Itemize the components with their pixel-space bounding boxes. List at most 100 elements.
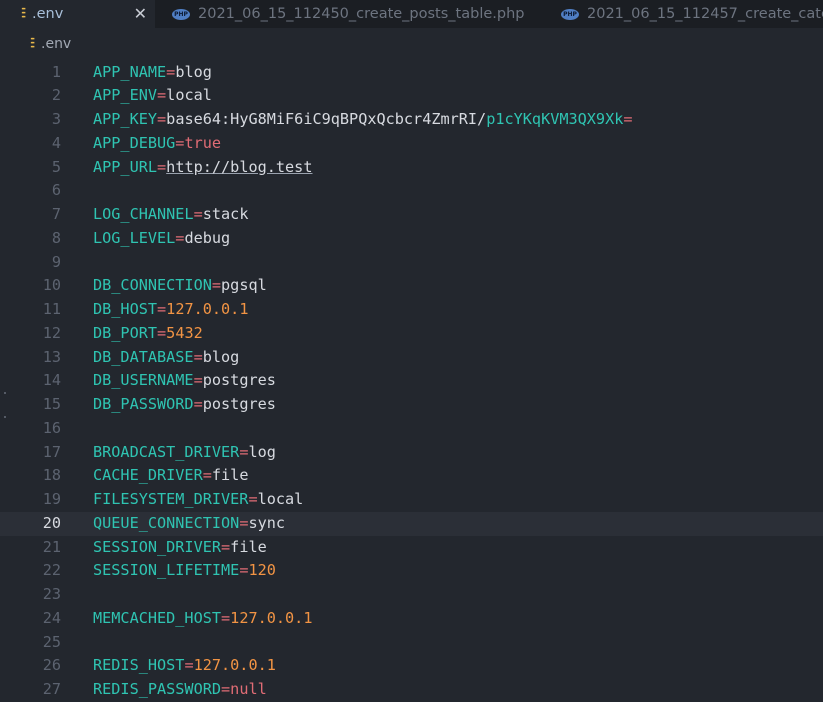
code-line[interactable]: 22 SESSION_LIFETIME=120 <box>0 559 823 583</box>
code-line[interactable]: 18 CACHE_DRIVER=file <box>0 464 823 488</box>
env-value: null <box>230 680 267 698</box>
code-line[interactable]: 9 <box>0 251 823 275</box>
code-line[interactable]: 27 REDIS_PASSWORD=null <box>0 678 823 702</box>
close-icon[interactable]: ✕ <box>134 4 147 23</box>
env-value: http://blog.test <box>166 157 313 176</box>
code-text: APP_NAME=blog <box>93 61 212 85</box>
env-key: LOG_LEVEL <box>93 228 176 247</box>
env-value: postgres <box>202 371 276 390</box>
code-text: DB_USERNAME=postgres <box>93 369 276 393</box>
code-text: REDIS_HOST=127.0.0.1 <box>93 654 276 678</box>
code-line[interactable]: 3 APP_KEY=base64:HyG8MiF6iC9qBPQxQcbcr4Zm… <box>0 108 823 132</box>
assign-operator: = <box>157 157 167 176</box>
code-line[interactable]: 21 SESSION_DRIVER=file <box>0 536 823 560</box>
code-line[interactable]: 24 MEMCACHED_HOST=127.0.0.1 <box>0 607 823 631</box>
code-line[interactable]: 16 <box>0 417 823 441</box>
code-line[interactable]: 2 APP_ENV=local <box>0 84 823 108</box>
code-line[interactable]: 8 LOG_LEVEL=debug <box>0 227 823 251</box>
code-text: LOG_LEVEL=debug <box>93 227 230 251</box>
tab-bar: ⫶⫶ .env ✕ PHP 2021_06_15_112450_create_p… <box>0 0 823 28</box>
env-value: 5432 <box>166 323 203 342</box>
line-number: 15 <box>42 395 61 413</box>
code-line[interactable]: 17 BROADCAST_DRIVER=log <box>0 441 823 465</box>
code-line[interactable]: 23 <box>0 583 823 607</box>
env-value: file <box>211 466 249 485</box>
assign-operator: = <box>193 205 203 223</box>
code-line[interactable]: 10 DB_CONNECTION=pgsql <box>0 274 823 298</box>
line-number: 3 <box>51 110 61 128</box>
assign-operator: = <box>211 276 222 295</box>
code-line[interactable]: 1 APP_NAME=blog <box>0 61 823 85</box>
line-number: 13 <box>42 347 61 366</box>
code-line[interactable]: 19 FILESYSTEM_DRIVER=local <box>0 488 823 512</box>
env-value: 127.0.0.1 <box>230 608 313 627</box>
code-text: DB_DATABASE=blog <box>93 346 239 370</box>
line-number: 27 <box>42 680 61 698</box>
env-value: file <box>230 537 267 556</box>
env-key: APP_KEY <box>93 110 158 128</box>
line-number: 8 <box>51 228 61 247</box>
code-text: APP_URL=http://blog.test <box>93 156 312 180</box>
env-key: REDIS_PASSWORD <box>93 680 222 698</box>
code-text: REDIS_PASSWORD=null <box>93 678 267 702</box>
php-file-icon: PHP <box>172 8 190 20</box>
code-line[interactable]: 6 <box>0 179 823 203</box>
code-text: CACHE_DRIVER=file <box>93 464 248 488</box>
line-number: 21 <box>42 537 61 556</box>
code-line[interactable]: 5 APP_URL=http://blog.test <box>0 156 823 180</box>
line-number: 22 <box>42 561 61 580</box>
line-number: 17 <box>42 442 61 461</box>
line-number: 10 <box>42 276 61 295</box>
env-value-segment: = <box>623 110 633 128</box>
env-key: LOG_CHANNEL <box>93 205 194 223</box>
tab-create-categories[interactable]: PHP 2021_06_15_112457_create_categ <box>561 0 823 28</box>
env-key: DB_PORT <box>93 323 158 342</box>
code-line[interactable]: 20 QUEUE_CONNECTION=sync <box>0 511 823 536</box>
code-line[interactable]: 7 LOG_CHANNEL=stack <box>0 203 823 227</box>
code-text: APP_DEBUG=true <box>93 132 221 156</box>
code-text: MEMCACHED_HOST=127.0.0.1 <box>93 607 312 631</box>
assign-operator: = <box>193 347 203 366</box>
code-text: BROADCAST_DRIVER=log <box>93 441 276 465</box>
code-text: FILESYSTEM_DRIVER=local <box>93 488 303 512</box>
code-line[interactable]: 11 DB_HOST=127.0.0.1 <box>0 298 823 322</box>
code-text: QUEUE_CONNECTION=sync <box>93 512 285 536</box>
line-number: 16 <box>42 418 61 437</box>
env-key: APP_URL <box>93 157 158 176</box>
env-key: DB_USERNAME <box>93 371 194 390</box>
code-line[interactable]: 26 REDIS_HOST=127.0.0.1 <box>0 654 823 678</box>
env-value: true <box>184 133 222 152</box>
line-number: 2 <box>51 86 61 105</box>
tab-create-posts-table[interactable]: PHP 2021_06_15_112450_create_posts_table… <box>172 0 524 28</box>
line-number: 25 <box>42 632 61 651</box>
tab-env[interactable]: ⫶⫶ .env ✕ <box>0 0 155 28</box>
code-line[interactable]: 12 DB_PORT=5432 <box>0 322 823 346</box>
code-line[interactable]: 15 DB_PASSWORD=postgres <box>0 393 823 417</box>
code-text: SESSION_DRIVER=file <box>93 536 267 560</box>
env-key: APP_ENV <box>93 86 158 105</box>
line-number: 19 <box>42 490 61 508</box>
assign-operator: = <box>193 371 203 390</box>
code-text: SESSION_LIFETIME=120 <box>93 559 276 583</box>
assign-operator: = <box>157 300 167 318</box>
code-editor[interactable]: 1 APP_NAME=blog 2 APP_ENV=local 3 APP_KEY=bas… <box>0 60 823 698</box>
breadcrumb-item[interactable]: .env <box>41 36 71 52</box>
assign-operator: = <box>221 608 231 627</box>
code-line[interactable]: 14 DB_USERNAME=postgres <box>0 369 823 393</box>
env-key: APP_NAME <box>93 62 167 81</box>
env-value: local <box>257 490 304 508</box>
tab-label: 2021_06_15_112457_create_categ <box>587 6 823 22</box>
env-key: MEMCACHED_HOST <box>93 608 222 627</box>
line-number: 4 <box>51 133 61 152</box>
env-file-icon: ⫶⫶ <box>30 36 35 52</box>
code-line[interactable]: 4 APP_DEBUG=true <box>0 132 823 156</box>
line-number: 9 <box>51 252 61 271</box>
code-line[interactable]: 13 DB_DATABASE=blog <box>0 346 823 370</box>
line-number: 23 <box>42 585 61 603</box>
php-file-icon: PHP <box>561 8 579 20</box>
env-key: DB_CONNECTION <box>93 276 212 295</box>
code-line[interactable]: 25 <box>0 631 823 655</box>
env-value: 120 <box>248 561 276 580</box>
env-key: CACHE_DRIVER <box>93 466 203 485</box>
assign-operator: = <box>221 680 231 698</box>
